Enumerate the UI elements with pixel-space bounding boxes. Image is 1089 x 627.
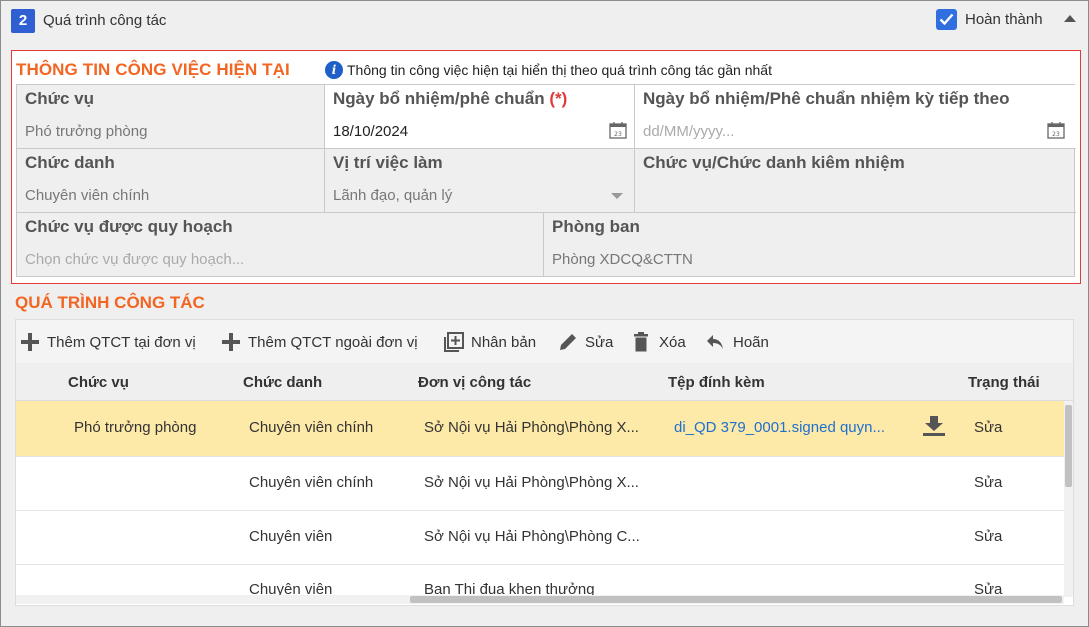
vertical-scrollbar-thumb[interactable] <box>1065 405 1072 487</box>
job-position-label: Vị trí việc làm <box>333 153 443 172</box>
column-header[interactable]: Đơn vị công tác <box>418 374 531 391</box>
row-status: Sửa <box>974 474 1003 491</box>
department-value: Phòng XDCQ&CTTN <box>552 251 693 268</box>
row-title: Chuyên viên chính <box>249 474 374 491</box>
add-internal-button[interactable]: Thêm QTCT tại đơn vị <box>20 332 210 354</box>
concurrent-field: Chức vụ/Chức danh kiêm nhiệm <box>635 149 1076 213</box>
row-unit: Sở Nội vụ Hải Phòng\Phòng X... <box>424 419 639 436</box>
section-panel: 2 Quá trình công tác Hoàn thành THÔNG TI… <box>0 0 1089 627</box>
row-unit: Sở Nội vụ Hải Phòng\Phòng X... <box>424 474 639 491</box>
row-attachment-link[interactable]: di_QD 379_0001.signed quyn... <box>674 419 899 436</box>
current-info-grid: Chức vụ Phó trưởng phòng Ngày bổ nhiệm/p… <box>16 84 1076 277</box>
svg-text:23: 23 <box>1052 131 1060 138</box>
duplicate-button[interactable]: Nhân bản <box>444 332 544 354</box>
department-label: Phòng ban <box>552 217 640 236</box>
download-icon[interactable] <box>922 415 946 437</box>
planned-position-field: Chức vụ được quy hoạch Chọn chức vụ được… <box>17 213 544 277</box>
trash-icon <box>634 332 648 352</box>
process-toolbar: Thêm QTCT tại đơn vị Thêm QTCT ngoài đơn… <box>16 320 1073 363</box>
position-value: Phó trưởng phòng <box>25 123 148 140</box>
checkmark-icon <box>939 13 954 26</box>
vertical-scrollbar[interactable] <box>1064 401 1073 597</box>
process-title: QUÁ TRÌNH CÔNG TÁC <box>15 293 205 312</box>
edit-button[interactable]: Sửa <box>558 332 618 354</box>
column-header[interactable]: Chức danh <box>243 374 322 391</box>
chevron-down-icon <box>611 193 623 199</box>
row-position: Phó trưởng phòng <box>74 419 197 436</box>
required-mark: (*) <box>549 89 568 108</box>
appoint-date-field[interactable]: Ngày bổ nhiệm/phê chuẩn (*) 18/10/2024 2… <box>325 85 635 149</box>
row-title: Chuyên viên <box>249 528 333 545</box>
done-checkbox[interactable] <box>936 9 957 30</box>
row-title: Chuyên viên <box>249 581 333 595</box>
current-info-box: THÔNG TIN CÔNG VIỆC HIỆN TẠI i Thông tin… <box>11 50 1081 284</box>
done-label[interactable]: Hoàn thành <box>965 11 1043 28</box>
undo-icon <box>707 335 723 349</box>
add-external-button[interactable]: Thêm QTCT ngoài đơn vị <box>221 332 436 354</box>
horizontal-scrollbar[interactable] <box>16 595 1064 604</box>
info-icon: i <box>325 61 343 79</box>
table-row[interactable]: Chuyên viên Ban Thi đua khen thưởng Sửa <box>16 565 1064 595</box>
delete-button[interactable]: Xóa <box>632 332 692 354</box>
next-term-date-field[interactable]: Ngày bổ nhiệm/Phê chuẩn nhiệm kỳ tiếp th… <box>635 85 1076 149</box>
title-label: Chức danh <box>25 153 115 172</box>
column-header[interactable]: Chức vụ <box>68 374 129 391</box>
next-term-date-input[interactable]: dd/MM/yyyy... <box>643 123 734 140</box>
department-field: Phòng ban Phòng XDCQ&CTTN <box>544 213 1076 277</box>
column-header[interactable]: Trạng thái <box>968 374 1040 391</box>
table-row[interactable]: Phó trưởng phòng Chuyên viên chính Sở Nộ… <box>16 401 1064 457</box>
section-title: Quá trình công tác <box>43 12 167 29</box>
horizontal-scrollbar-thumb[interactable] <box>410 596 1062 603</box>
position-label: Chức vụ <box>25 89 94 108</box>
pencil-icon <box>560 334 576 350</box>
appoint-date-label: Ngày bổ nhiệm/phê chuẩn (*) <box>333 89 568 108</box>
plus-icon <box>21 333 39 351</box>
title-value: Chuyên viên chính <box>25 187 150 204</box>
table-row[interactable]: Chuyên viên Sở Nội vụ Hải Phòng\Phòng C.… <box>16 511 1064 565</box>
row-status: Sửa <box>974 419 1003 436</box>
collapse-arrow-icon[interactable] <box>1064 15 1076 22</box>
table-row[interactable]: Chuyên viên chính Sở Nội vụ Hải Phòng\Ph… <box>16 457 1064 511</box>
undo-button[interactable]: Hoãn <box>706 332 776 354</box>
planned-position-label: Chức vụ được quy hoạch <box>25 217 233 236</box>
next-term-date-label: Ngày bổ nhiệm/Phê chuẩn nhiệm kỳ tiếp th… <box>643 89 1010 108</box>
section-header: 2 Quá trình công tác Hoàn thành <box>1 1 1088 41</box>
duplicate-icon <box>444 332 464 352</box>
table-header: Chức vụ Chức danh Đơn vị công tác Tệp đí… <box>16 363 1073 401</box>
svg-text:23: 23 <box>614 131 622 138</box>
current-info-title: THÔNG TIN CÔNG VIỆC HIỆN TẠI <box>16 60 290 79</box>
position-field: Chức vụ Phó trưởng phòng <box>17 85 325 149</box>
section-number-badge: 2 <box>11 9 35 33</box>
row-unit: Sở Nội vụ Hải Phòng\Phòng C... <box>424 528 640 545</box>
calendar-icon[interactable]: 23 <box>1047 121 1065 139</box>
plus-icon <box>222 333 240 351</box>
current-info-note: Thông tin công việc hiện tại hiển thị th… <box>347 62 772 78</box>
concurrent-label: Chức vụ/Chức danh kiêm nhiệm <box>643 153 905 172</box>
row-title: Chuyên viên chính <box>249 419 374 436</box>
column-header[interactable]: Tệp đính kèm <box>668 374 765 391</box>
row-status: Sửa <box>974 528 1003 545</box>
calendar-icon[interactable]: 23 <box>609 121 627 139</box>
appoint-date-input[interactable]: 18/10/2024 <box>333 123 408 140</box>
row-unit: Ban Thi đua khen thưởng <box>424 581 595 595</box>
process-table-box: Thêm QTCT tại đơn vị Thêm QTCT ngoài đơn… <box>15 319 1074 606</box>
planned-position-input: Chọn chức vụ được quy hoạch... <box>25 251 245 268</box>
job-position-value: Lãnh đạo, quản lý <box>333 187 453 204</box>
job-position-field: Vị trí việc làm Lãnh đạo, quản lý <box>325 149 635 213</box>
row-status: Sửa <box>974 581 1003 595</box>
title-field: Chức danh Chuyên viên chính <box>17 149 325 213</box>
